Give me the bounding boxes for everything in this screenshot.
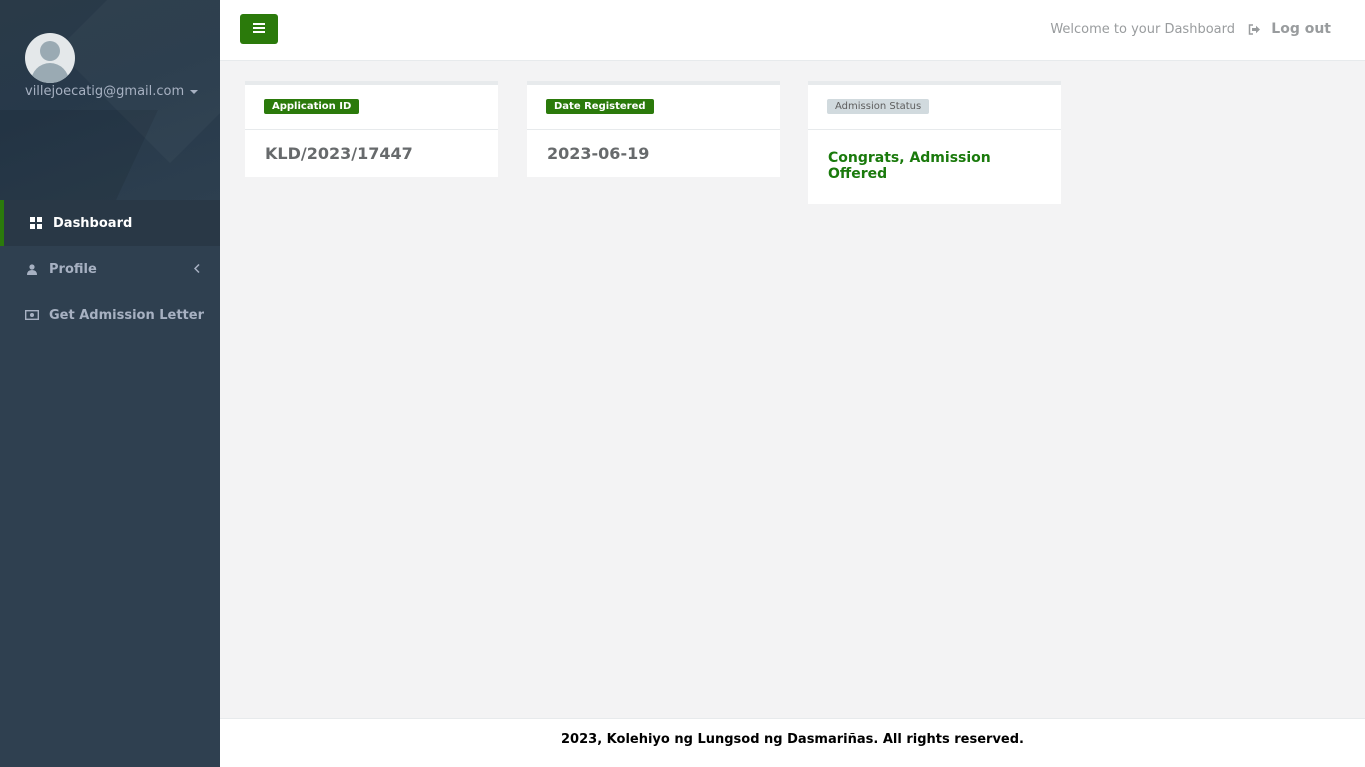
admission-status-value: Congrats, Admission Offered [828,150,991,182]
chevron-left-icon [193,262,200,276]
logout-label: Log out [1271,21,1331,37]
card-header: Admission Status [808,85,1061,130]
sidebar-nav: Dashboard Profile Get Admission Letter [0,200,220,338]
date-registered-badge: Date Registered [546,99,654,114]
application-id-value: KLD/2023/17447 [265,144,413,163]
application-id-badge: Application ID [264,99,360,114]
card-body: Congrats, Admission Offered [808,130,1061,204]
menu-toggle-button[interactable] [240,14,278,44]
footer-copyright: 2023, Kolehiyo ng Lungsod ng Dasmariñas.… [561,732,1024,747]
footer: 2023, Kolehiyo ng Lungsod ng Dasmariñas.… [220,718,1365,767]
profile-header: villejoecatig@gmail.com [0,0,220,200]
card-header: Application ID [245,85,498,130]
avatar-body [31,63,69,83]
sidebar-item-label: Dashboard [53,215,133,231]
date-registered-card: Date Registered 2023-06-19 [527,81,780,177]
welcome-message: Welcome to your Dashboard [1050,22,1235,37]
grid-icon [29,217,43,229]
sidebar-item-label: Get Admission Letter [49,307,204,323]
decorative-shape [0,110,158,200]
card-body: 2023-06-19 [527,130,780,177]
top-navbar: Welcome to your Dashboard Log out [220,0,1365,61]
avatar[interactable] [25,33,75,83]
user-email-dropdown[interactable]: villejoecatig@gmail.com [25,84,199,99]
money-icon [25,310,39,320]
caret-down-icon [190,89,199,94]
sidebar-item-admission-letter[interactable]: Get Admission Letter [0,292,220,338]
admission-status-card: Admission Status Congrats, Admission Off… [808,81,1061,204]
admission-status-badge: Admission Status [827,99,930,114]
date-registered-value: 2023-06-19 [547,144,650,163]
card-body: KLD/2023/17447 [245,130,498,177]
logout-link[interactable]: Log out [1248,21,1331,37]
user-icon [25,263,39,275]
sidebar-item-dashboard[interactable]: Dashboard [0,200,220,246]
hamburger-icon [253,20,265,38]
sign-out-icon [1248,23,1261,35]
sidebar-item-label: Profile [49,261,97,277]
user-email: villejoecatig@gmail.com [25,84,185,99]
sidebar-item-profile[interactable]: Profile [0,246,220,292]
application-id-card: Application ID KLD/2023/17447 [245,81,498,177]
card-header: Date Registered [527,85,780,130]
avatar-head [40,41,60,61]
sidebar: villejoecatig@gmail.com Dashboard Profil… [0,0,220,767]
